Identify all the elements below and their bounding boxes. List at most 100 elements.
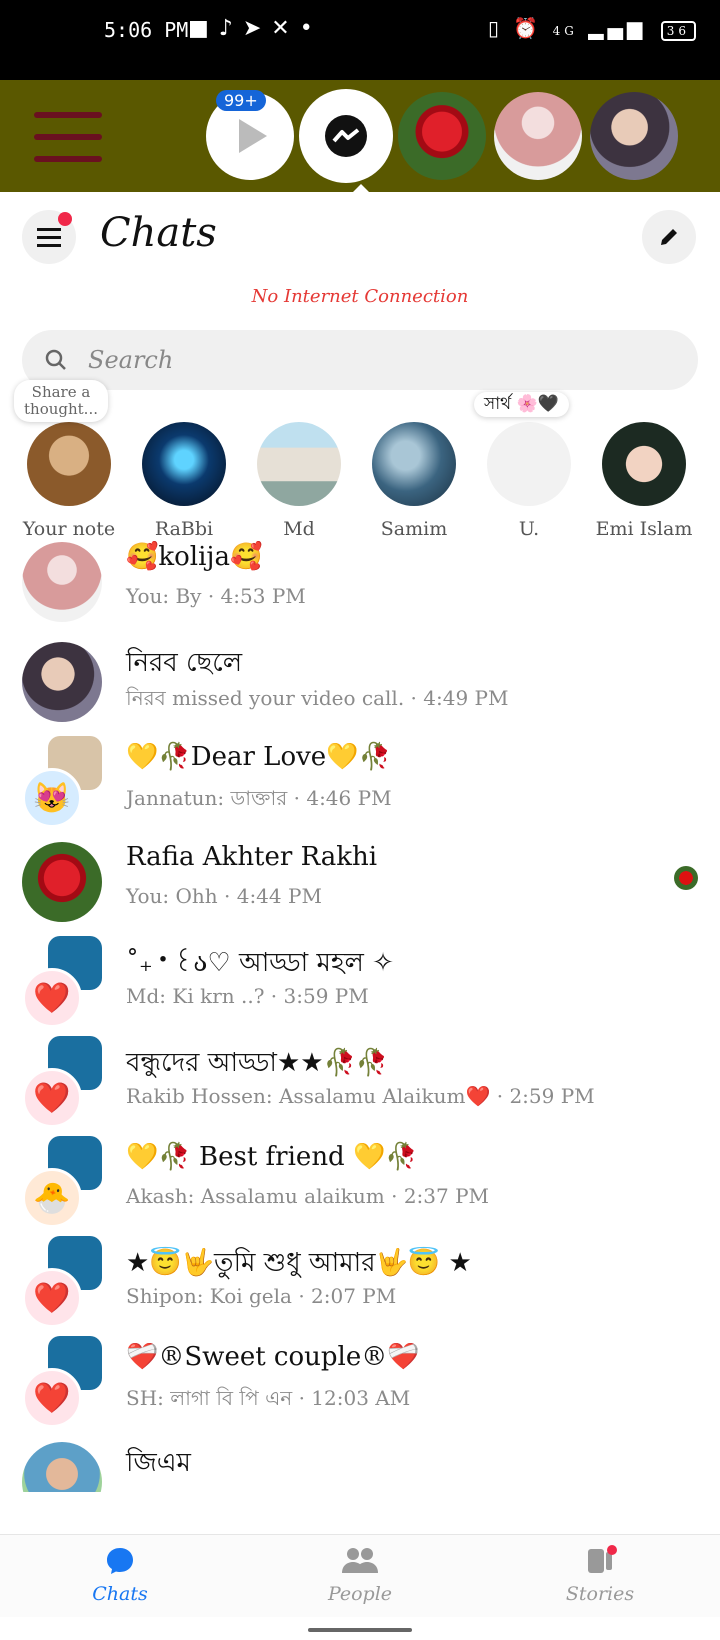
chat-row[interactable]: ❤️ ˚₊‧꒰ა♡ আড্ডা মহল ✧ Md: Ki krn ..? · 3… xyxy=(0,932,720,1032)
chat-row[interactable]: 😻 💛🥀Dear Love💛🥀 Jannatun: ডাক্তার · 4:46… xyxy=(0,732,720,832)
heart-icon: ❤️ xyxy=(22,1368,82,1428)
note-item-samim[interactable]: Samim xyxy=(357,422,471,540)
chat-name: ❤️‍🩹®Sweet couple®❤️‍🩹 xyxy=(126,1342,420,1372)
note-item-md[interactable]: Md xyxy=(242,422,356,540)
chat-row[interactable]: ❤️ বন্ধুদের আড্ডা★★🥀🥀 Rakib Hossen: Assa… xyxy=(0,1032,720,1132)
chat-name: 💛🥀Dear Love💛🥀 xyxy=(126,742,391,772)
chat-name: ★😇🤟তুমি শুধু আমার🤟😇 ★ xyxy=(126,1248,472,1278)
heart-icon: ❤️ xyxy=(22,1068,82,1128)
note-item-u[interactable]: U. xyxy=(472,422,586,540)
page-title: Chats xyxy=(100,210,217,256)
tab-people[interactable]: People xyxy=(280,1545,440,1605)
chat-name: 🥰kolija🥰 xyxy=(126,542,263,572)
chat-bubble-icon xyxy=(107,1548,133,1574)
status-bar: 5:06 PM ■♪➤✕• ▯ ⏰ 4G ▂▄▆ 36 xyxy=(0,0,720,80)
network-type: 4G xyxy=(552,24,578,38)
search-icon xyxy=(45,349,66,370)
group-avatar: 😻 xyxy=(22,736,102,828)
notification-icons: ■♪➤✕• xyxy=(188,16,323,41)
heart-icon: ❤️ xyxy=(22,968,82,1028)
heart-icon: ❤️ xyxy=(22,1268,82,1328)
group-avatar: ❤️ xyxy=(22,936,102,1028)
menu-button[interactable] xyxy=(22,210,76,264)
messenger-icon xyxy=(325,115,367,157)
avatar xyxy=(22,1442,102,1492)
pencil-icon xyxy=(661,229,677,245)
chat-row[interactable]: নিরব ছেলে নিরব missed your video call. ·… xyxy=(0,632,720,732)
play-icon xyxy=(239,119,267,153)
tab-label: People xyxy=(327,1583,393,1605)
launcher-menu-icon[interactable] xyxy=(34,112,102,162)
connection-warning: No Internet Connection xyxy=(251,286,469,307)
signal-icon: ▂▄▆ xyxy=(588,16,647,40)
anime-avatar-bubble[interactable] xyxy=(590,92,678,180)
group-avatar: ❤️ xyxy=(22,1036,102,1128)
chat-row[interactable]: 🐣 💛🥀 Best friend 💛🥀 Akash: Assalamu alai… xyxy=(0,1132,720,1232)
avatar xyxy=(372,422,456,506)
chat-preview: SH: লাগা বি পি এন · 12:03 AM xyxy=(126,1386,411,1410)
hamburger-icon xyxy=(37,228,61,247)
chat-name: বন্ধুদের আড্ডা★★🥀🥀 xyxy=(126,1048,389,1078)
stories-icon xyxy=(588,1545,617,1573)
chat-preview: Rakib Hossen: Assalamu Alaikum❤️ · 2:59 … xyxy=(126,1084,595,1108)
search-input[interactable]: Search xyxy=(22,330,698,390)
chat-preview: You: Ohh · 4:44 PM xyxy=(126,884,322,908)
bottom-tab-bar: Chats People Stories xyxy=(0,1534,720,1617)
system-icons: ▯ ⏰ 4G ▂▄▆ 36 xyxy=(488,16,696,41)
chat-row[interactable]: 🥰kolija🥰 You: By · 4:53 PM xyxy=(0,532,720,632)
chat-name: 💛🥀 Best friend 💛🥀 xyxy=(126,1142,418,1172)
chat-row[interactable]: ❤️ ★😇🤟তুমি শুধু আমার🤟😇 ★ Shipon: Koi gel… xyxy=(0,1232,720,1332)
group-avatar: ❤️ xyxy=(22,1236,102,1328)
active-pointer xyxy=(351,184,371,194)
chat-preview: Md: Ki krn ..? · 3:59 PM xyxy=(126,984,369,1008)
hatching-chick-icon: 🐣 xyxy=(22,1168,82,1228)
chat-preview: নিরব missed your video call. · 4:49 PM xyxy=(126,686,509,710)
battery-icon: 36 xyxy=(660,21,696,41)
unread-badge: 99+ xyxy=(216,90,266,111)
avatar xyxy=(257,422,341,506)
heart-eyes-cat-icon: 😻 xyxy=(22,768,82,828)
search-placeholder: Search xyxy=(88,346,174,374)
chat-heads-bar xyxy=(0,80,720,192)
rose-avatar-bubble[interactable] xyxy=(398,92,486,180)
messenger-bubble[interactable] xyxy=(302,92,390,180)
chat-name: Rafia Akhter Rakhi xyxy=(126,842,378,872)
chat-preview: Akash: Assalamu alaikum · 2:37 PM xyxy=(126,1184,490,1208)
group-avatar: 🐣 xyxy=(22,1136,102,1228)
avatar xyxy=(487,422,571,506)
avatar xyxy=(22,842,102,922)
chat-preview: You: By · 4:53 PM xyxy=(126,584,306,608)
chat-name: ˚₊‧꒰ა♡ আড্ডা মহল ✧ xyxy=(126,948,394,978)
avatar xyxy=(22,642,102,722)
vibrate-icon: ▯ xyxy=(487,16,503,40)
chat-preview: Jannatun: ডাক্তার · 4:46 PM xyxy=(126,786,392,810)
group-avatar: ❤️ xyxy=(22,1336,102,1428)
note-thought-bubble[interactable]: সার্থ 🌸🖤 xyxy=(474,392,569,417)
notes-row: Your note Share a thought... RaBbi Md Sa… xyxy=(0,380,720,542)
chat-row[interactable]: জিএম xyxy=(0,1432,720,1492)
note-item-emi-islam[interactable]: Emi Islam xyxy=(587,422,701,540)
note-item-rabbi[interactable]: RaBbi xyxy=(127,422,241,540)
alarm-icon: ⏰ xyxy=(513,16,543,40)
chat-row[interactable]: Rafia Akhter Rakhi You: Ohh · 4:44 PM xyxy=(0,832,720,932)
home-indicator[interactable] xyxy=(308,1628,412,1632)
status-time: 5:06 PM xyxy=(104,18,189,42)
tab-chats[interactable]: Chats xyxy=(40,1545,200,1605)
chats-panel: Chats No Internet Connection Search Your… xyxy=(0,192,720,1640)
chat-name: নিরব ছেলে xyxy=(126,648,243,678)
avatar xyxy=(602,422,686,506)
tab-label: Chats xyxy=(92,1583,148,1605)
chat-row[interactable]: ❤️ ❤️‍🩹®Sweet couple®❤️‍🩹 SH: লাগা বি পি… xyxy=(0,1332,720,1432)
compose-button[interactable] xyxy=(642,210,696,264)
note-thought-bubble[interactable]: Share a thought... xyxy=(14,380,108,422)
chat-preview: Shipon: Koi gela · 2:07 PM xyxy=(126,1284,397,1308)
hijab-avatar-bubble[interactable] xyxy=(494,92,582,180)
avatar xyxy=(22,542,102,622)
people-icon xyxy=(342,1548,378,1573)
chat-name: জিএম xyxy=(126,1448,191,1478)
note-item-your-note[interactable]: Your note xyxy=(12,422,126,540)
menu-notification-dot xyxy=(58,212,72,226)
seen-avatar xyxy=(674,866,698,890)
tab-stories[interactable]: Stories xyxy=(520,1545,680,1605)
avatar xyxy=(27,422,111,506)
